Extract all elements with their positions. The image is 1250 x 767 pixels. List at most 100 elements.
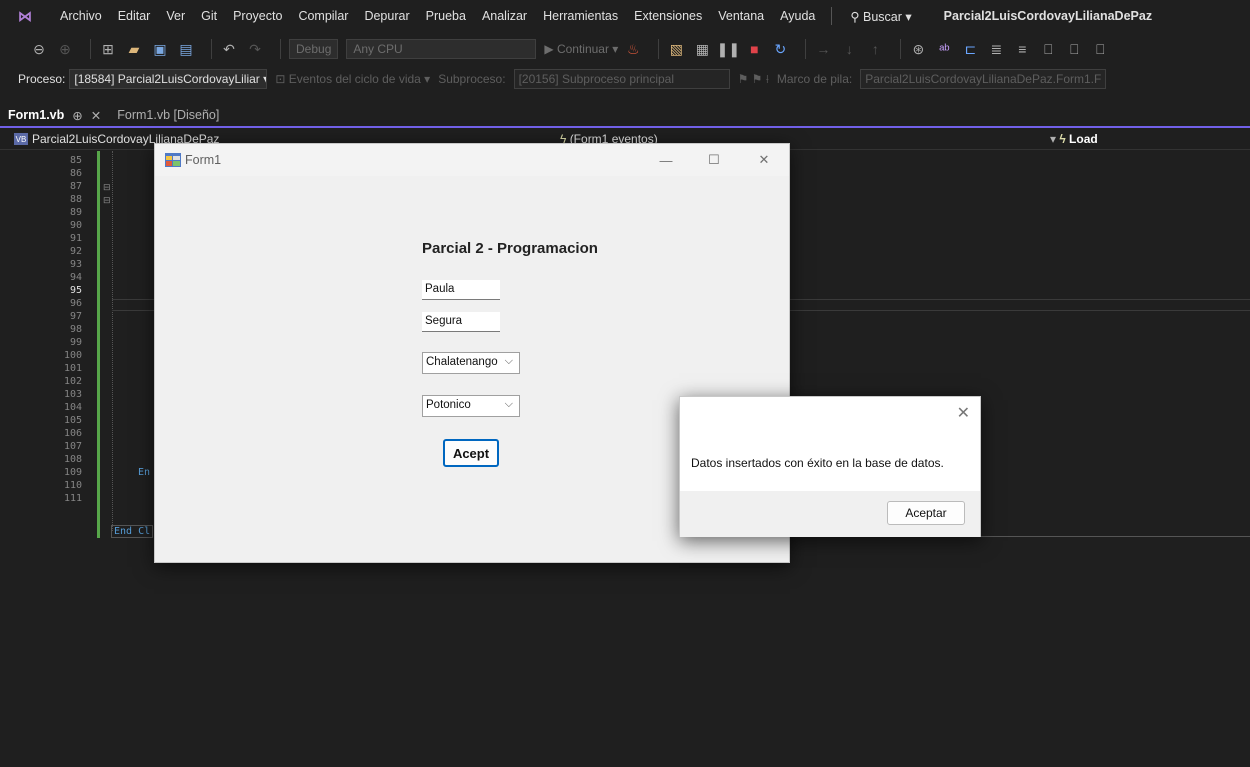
menu-extensiones[interactable]: Extensiones [626, 9, 710, 23]
line-number: 107 [63, 441, 82, 452]
configuration-select[interactable]: Debug [289, 39, 339, 59]
menu-ver[interactable]: Ver [158, 9, 193, 23]
save-icon[interactable]: ▣ [151, 40, 169, 58]
close-icon[interactable]: ✕ [91, 108, 101, 123]
process-value: [18584] Parcial2LuisCordovayLiliar [74, 72, 260, 86]
continue-button[interactable]: ▶ Continuar ▾ [544, 42, 618, 56]
bookmark-prev-icon[interactable]: ⎕ [1065, 40, 1083, 58]
diagnostic-tools-icon[interactable]: ▧ [667, 40, 685, 58]
menu-analizar[interactable]: Analizar [474, 9, 535, 23]
stack-frame-label: Marco de pila: [776, 72, 853, 86]
last-name-field[interactable]: Segura [422, 312, 500, 332]
uncomment-icon[interactable]: ≡ [1013, 40, 1031, 58]
chevron-down-icon: ▾ [901, 9, 912, 24]
hot-reload-icon[interactable]: ♨ [624, 40, 642, 58]
menu-separator [831, 7, 833, 25]
platform-label: Any CPU [353, 42, 403, 56]
navigate-back-icon[interactable]: ⊖ [30, 40, 48, 58]
line-number: 102 [63, 376, 82, 387]
stack-frame-select[interactable]: Parcial2LuisCordovayLilianaDePaz.Form1.F [860, 69, 1107, 89]
form-heading: Parcial 2 - Programacion [422, 240, 598, 257]
step-out-icon[interactable]: ↑ [866, 40, 884, 58]
search-button[interactable]: ⚲ Buscar ▾ [840, 9, 921, 24]
close-button[interactable]: ✕ [749, 150, 779, 170]
line-number: 109 [63, 467, 82, 478]
line-number: 90 [69, 220, 82, 231]
change-tracking-bar [97, 151, 100, 538]
member-dropdown[interactable]: ▾ ϟ Load [1050, 132, 1098, 146]
process-select[interactable]: [18584] Parcial2LuisCordovayLiliar ▾ [69, 69, 268, 89]
code-end-keyword: En [138, 467, 151, 478]
breakpoint-icon[interactable]: ⊛ [909, 40, 927, 58]
tab-form1-vb[interactable]: Form1.vb ⊕ ✕ [0, 104, 109, 126]
lifecycle-label: Eventos del ciclo de vida [288, 72, 421, 86]
tab-form1-design[interactable]: Form1.vb [Diseño] [109, 104, 227, 126]
document-tab-strip: Form1.vb ⊕ ✕ Form1.vb [Diseño] [0, 104, 1250, 128]
line-number: 105 [63, 415, 82, 426]
bookmark-icon[interactable]: ⎕ [1039, 40, 1057, 58]
vb-project-icon: VB [14, 133, 28, 145]
department-select[interactable]: Chalatenango ⌵ [422, 352, 520, 374]
department-value: Chalatenango [426, 356, 498, 368]
line-number: 103 [63, 389, 82, 400]
navigate-forward-icon[interactable]: ⊕ [56, 40, 74, 58]
comment-icon[interactable]: ≣ [987, 40, 1005, 58]
redo-icon[interactable]: ↷ [246, 40, 264, 58]
menu-ayuda[interactable]: Ayuda [772, 9, 823, 23]
menu-git[interactable]: Git [193, 9, 225, 23]
collapse-icon[interactable]: ⊟ [103, 182, 111, 193]
maximize-button[interactable]: ☐ [699, 150, 729, 170]
municipality-select[interactable]: Potonico ⌵ [422, 395, 520, 417]
message-box-dialog: ✕ Datos insertados con éxito en la base … [679, 396, 981, 537]
step-into-icon[interactable]: ↓ [840, 40, 858, 58]
restart-icon[interactable]: ↻ [771, 40, 789, 58]
line-number: 98 [69, 324, 82, 335]
close-icon[interactable]: ✕ [957, 403, 970, 423]
line-number: 87 [69, 181, 82, 192]
visual-studio-logo-icon: ⋈ [18, 7, 32, 24]
menu-depurar[interactable]: Depurar [356, 9, 417, 23]
accept-button[interactable]: Acept [443, 439, 499, 467]
menu-archivo[interactable]: Archivo [52, 9, 110, 23]
thread-select[interactable]: [20156] Subproceso principal [513, 69, 730, 89]
line-number: 88 [69, 194, 82, 205]
collapse-icon[interactable]: ⊟ [103, 195, 111, 206]
menu-compilar[interactable]: Compilar [290, 9, 356, 23]
line-number: 108 [63, 454, 82, 465]
flag-thread-icon[interactable]: ⚑ ⚑ ⟊ [738, 72, 769, 87]
open-file-icon[interactable]: ▰ [125, 40, 143, 58]
stop-icon[interactable]: ■ [745, 40, 763, 58]
line-number: 110 [63, 480, 82, 491]
spell-check-icon[interactable]: ᵃᵇ [935, 40, 953, 58]
ok-button[interactable]: Aceptar [887, 501, 965, 525]
lifecycle-events-button[interactable]: ⊡ Eventos del ciclo de vida ▾ [275, 72, 430, 86]
pin-icon[interactable]: ⊕ [72, 108, 82, 123]
toolbar-divider [900, 39, 902, 59]
menu-proyecto[interactable]: Proyecto [225, 9, 290, 23]
menu-herramientas[interactable]: Herramientas [535, 9, 626, 23]
minimize-button[interactable]: — [651, 150, 681, 170]
save-all-icon[interactable]: ▤ [177, 40, 195, 58]
line-number: 99 [69, 337, 82, 348]
platform-select[interactable]: Any CPU [346, 39, 537, 59]
indent-guide [112, 151, 113, 531]
menu-ventana[interactable]: Ventana [710, 9, 772, 23]
new-project-icon[interactable]: ⊞ [99, 40, 117, 58]
form1-title-bar[interactable]: Form1 — ☐ ✕ [155, 144, 789, 176]
pause-icon[interactable]: ❚❚ [717, 40, 740, 58]
window-layout-icon[interactable]: ▦ [693, 40, 711, 58]
menu-prueba[interactable]: Prueba [418, 9, 474, 23]
menu-editar[interactable]: Editar [110, 9, 159, 23]
first-name-field[interactable]: Paula [422, 280, 500, 300]
toolbar-divider [90, 39, 91, 59]
toolbar-divider [805, 39, 807, 59]
format-icon[interactable]: ⊏ [961, 40, 979, 58]
bookmark-next-icon[interactable]: ⎕ [1091, 40, 1109, 58]
undo-icon[interactable]: ↶ [220, 40, 238, 58]
line-number: 100 [63, 350, 82, 361]
tab-label: Form1.vb [Diseño] [117, 108, 220, 122]
toolbar-divider [658, 39, 660, 59]
step-over-icon[interactable]: → [814, 40, 832, 58]
form-app-icon [165, 153, 181, 167]
line-number: 101 [63, 363, 82, 374]
